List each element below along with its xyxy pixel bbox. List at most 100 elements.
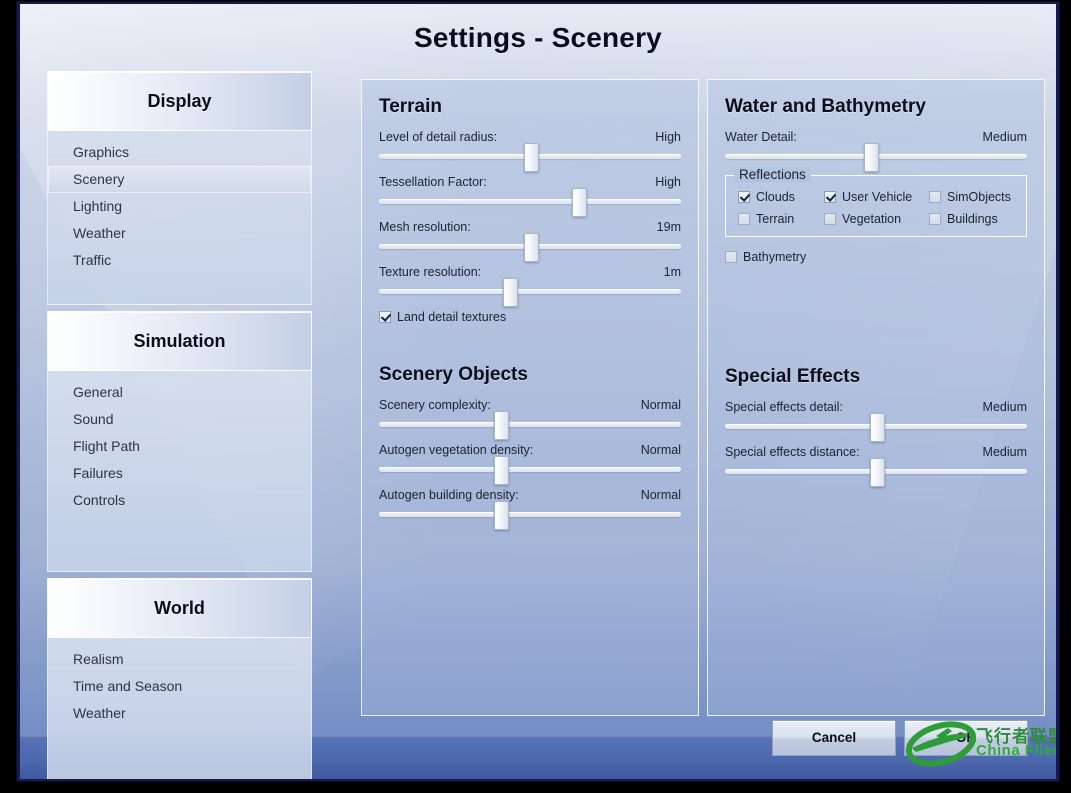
sidebar-list-simulation: General Sound Flight Path Failures Contr… bbox=[47, 371, 312, 572]
panel-water-and-effects: Water and Bathymetry Water Detail: Mediu… bbox=[707, 79, 1045, 716]
checkbox-row-reflections-terrain[interactable]: Terrain bbox=[738, 212, 824, 226]
slider-thumb-texture-resolution[interactable] bbox=[502, 278, 518, 307]
sidebar-group-display: Display Graphics Scenery Lighting Weathe… bbox=[47, 71, 312, 305]
slider-value-autogen-building-density: Normal bbox=[640, 488, 681, 502]
slider-thumb-water-detail[interactable] bbox=[863, 143, 879, 172]
reflections-vegetation-checkbox-icon[interactable] bbox=[824, 213, 836, 225]
reflections-simobjects-checkbox-icon[interactable] bbox=[929, 191, 941, 203]
slider-value-level-of-detail-radius: High bbox=[655, 130, 681, 144]
slider-row-tessellation-factor: Tessellation Factor: High bbox=[379, 175, 681, 217]
slider-track-level-of-detail-radius[interactable] bbox=[379, 143, 681, 172]
slider-label-level-of-detail-radius: Level of detail radius: bbox=[379, 130, 498, 144]
slider-row-texture-resolution: Texture resolution: 1m bbox=[379, 265, 681, 307]
reflections-user-vehicle-checkbox-icon[interactable] bbox=[824, 191, 836, 203]
slider-value-scenery-complexity: Normal bbox=[640, 398, 681, 412]
sidebar-item-scenery[interactable]: Scenery bbox=[48, 166, 311, 193]
sidebar-item-failures[interactable]: Failures bbox=[48, 460, 311, 487]
settings-window: Settings - Scenery Display Graphics Scen… bbox=[20, 4, 1056, 779]
slider-track-autogen-building-density[interactable] bbox=[379, 501, 681, 530]
slider-label-texture-resolution: Texture resolution: bbox=[379, 265, 482, 279]
sidebar-item-sound[interactable]: Sound bbox=[48, 406, 311, 433]
checkbox-row-reflections-buildings[interactable]: Buildings bbox=[929, 212, 1014, 226]
checkbox-row-reflections-clouds[interactable]: Clouds bbox=[738, 190, 824, 204]
slider-label-scenery-complexity: Scenery complexity: bbox=[379, 398, 491, 412]
checkbox-row-reflections-user-vehicle[interactable]: User Vehicle bbox=[824, 190, 929, 204]
slider-track-water-detail[interactable] bbox=[725, 143, 1027, 172]
slider-row-special-effects-detail: Special effects detail: Medium bbox=[725, 400, 1027, 442]
sidebar-group-simulation: Simulation General Sound Flight Path Fai… bbox=[47, 311, 312, 572]
slider-thumb-special-effects-detail[interactable] bbox=[870, 413, 885, 442]
sidebar-item-lighting[interactable]: Lighting bbox=[48, 193, 311, 220]
bathymetry-checkbox-icon[interactable] bbox=[725, 251, 737, 263]
slider-label-special-effects-detail: Special effects detail: bbox=[725, 400, 843, 414]
slider-track-tessellation-factor[interactable] bbox=[379, 188, 681, 217]
slider-label-special-effects-distance: Special effects distance: bbox=[725, 445, 860, 459]
checkbox-label-reflections-user-vehicle: User Vehicle bbox=[842, 190, 913, 204]
section-title-scenery-objects: Scenery Objects bbox=[379, 364, 528, 385]
sidebar-group-header-simulation: Simulation bbox=[47, 311, 312, 371]
slider-thumb-autogen-vegetation-density[interactable] bbox=[493, 456, 509, 485]
checkbox-label-reflections-vegetation: Vegetation bbox=[842, 212, 902, 226]
sidebar-item-time-and-season[interactable]: Time and Season bbox=[48, 673, 311, 700]
reflections-group-title: Reflections bbox=[734, 167, 811, 182]
checkbox-row-land-detail-textures[interactable]: Land detail textures bbox=[379, 310, 681, 324]
slider-thumb-autogen-building-density[interactable] bbox=[493, 501, 509, 530]
slider-track-autogen-vegetation-density[interactable] bbox=[379, 456, 681, 485]
slider-row-special-effects-distance: Special effects distance: Medium bbox=[725, 445, 1027, 487]
reflections-group: Reflections Clouds User Vehicle SimObjec… bbox=[725, 167, 1027, 237]
slider-row-autogen-vegetation-density: Autogen vegetation density: Normal bbox=[379, 443, 681, 485]
panel-terrain-and-scenery: Terrain Level of detail radius: High Tes… bbox=[361, 79, 699, 716]
sidebar-group-header-world: World bbox=[47, 578, 312, 638]
checkbox-label-land-detail-textures: Land detail textures bbox=[397, 310, 507, 324]
checkbox-row-bathymetry[interactable]: Bathymetry bbox=[725, 250, 1027, 264]
page-title: Settings - Scenery bbox=[414, 22, 662, 53]
slider-value-mesh-resolution: 19m bbox=[656, 220, 681, 234]
section-title-water-and-bathymetry: Water and Bathymetry bbox=[725, 96, 926, 117]
slider-value-special-effects-distance: Medium bbox=[982, 445, 1027, 459]
checkbox-label-reflections-buildings: Buildings bbox=[947, 212, 998, 226]
slider-thumb-scenery-complexity[interactable] bbox=[493, 411, 509, 440]
sidebar-item-traffic[interactable]: Traffic bbox=[48, 247, 311, 274]
slider-value-texture-resolution: 1m bbox=[663, 265, 681, 279]
slider-label-water-detail: Water Detail: bbox=[725, 130, 797, 144]
sidebar-group-header-display: Display bbox=[47, 71, 312, 131]
slider-label-autogen-building-density: Autogen building density: bbox=[379, 488, 519, 502]
section-title-terrain: Terrain bbox=[379, 96, 443, 117]
sidebar-item-graphics[interactable]: Graphics bbox=[48, 139, 311, 166]
slider-value-autogen-vegetation-density: Normal bbox=[640, 443, 681, 457]
sidebar-group-world: World Realism Time and Season Weather bbox=[47, 578, 312, 779]
reflections-clouds-checkbox-icon[interactable] bbox=[738, 191, 750, 203]
slider-track-mesh-resolution[interactable] bbox=[379, 233, 681, 262]
slider-track-special-effects-distance[interactable] bbox=[725, 458, 1027, 487]
screen: Settings - Scenery Display Graphics Scen… bbox=[0, 0, 1071, 793]
slider-thumb-special-effects-distance[interactable] bbox=[870, 458, 885, 487]
slider-thumb-tessellation-factor[interactable] bbox=[572, 188, 588, 217]
checkbox-row-reflections-vegetation[interactable]: Vegetation bbox=[824, 212, 929, 226]
slider-row-mesh-resolution: Mesh resolution: 19m bbox=[379, 220, 681, 262]
slider-thumb-mesh-resolution[interactable] bbox=[524, 233, 539, 262]
cancel-button[interactable]: Cancel bbox=[772, 720, 896, 756]
ok-button[interactable]: OK bbox=[904, 720, 1028, 756]
slider-thumb-level-of-detail-radius[interactable] bbox=[524, 143, 539, 172]
sidebar-item-world-weather[interactable]: Weather bbox=[48, 700, 311, 727]
slider-row-scenery-complexity: Scenery complexity: Normal bbox=[379, 398, 681, 440]
slider-track-scenery-complexity[interactable] bbox=[379, 411, 681, 440]
sidebar-item-controls[interactable]: Controls bbox=[48, 487, 311, 514]
slider-label-autogen-vegetation-density: Autogen vegetation density: bbox=[379, 443, 534, 457]
reflections-buildings-checkbox-icon[interactable] bbox=[929, 213, 941, 225]
sidebar-list-display: Graphics Scenery Lighting Weather Traffi… bbox=[47, 131, 312, 305]
slider-value-tessellation-factor: High bbox=[655, 175, 681, 189]
slider-label-tessellation-factor: Tessellation Factor: bbox=[379, 175, 487, 189]
reflections-terrain-checkbox-icon[interactable] bbox=[738, 213, 750, 225]
slider-row-level-of-detail-radius: Level of detail radius: High bbox=[379, 130, 681, 172]
sidebar-item-realism[interactable]: Realism bbox=[48, 646, 311, 673]
sidebar-item-weather[interactable]: Weather bbox=[48, 220, 311, 247]
slider-value-water-detail: Medium bbox=[982, 130, 1027, 144]
slider-track-texture-resolution[interactable] bbox=[379, 278, 681, 307]
checkbox-row-reflections-simobjects[interactable]: SimObjects bbox=[929, 190, 1014, 204]
slider-track-special-effects-detail[interactable] bbox=[725, 413, 1027, 442]
checkbox-label-reflections-simobjects: SimObjects bbox=[947, 190, 1011, 204]
sidebar-item-general[interactable]: General bbox=[48, 379, 311, 406]
sidebar-item-flight-path[interactable]: Flight Path bbox=[48, 433, 311, 460]
land-detail-textures-checkbox-icon[interactable] bbox=[379, 311, 391, 323]
